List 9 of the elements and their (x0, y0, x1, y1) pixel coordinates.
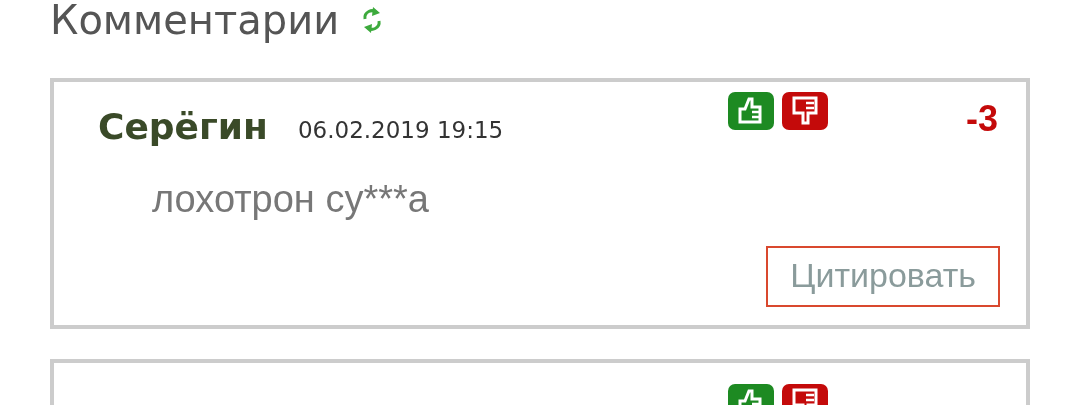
thumbs-down-icon[interactable] (782, 92, 828, 130)
author-name: Серёгин (98, 105, 268, 147)
refresh-icon[interactable] (361, 5, 384, 35)
quote-button[interactable]: Цитировать (766, 246, 1000, 307)
thumbs-up-icon[interactable] (728, 92, 774, 130)
comment-date: 06.02.2019 19:15 (297, 117, 504, 143)
section-title: Комментарии (50, 0, 340, 43)
comment-score: -3 (965, 98, 998, 140)
comment-text: лохотрон су***а (151, 177, 430, 222)
